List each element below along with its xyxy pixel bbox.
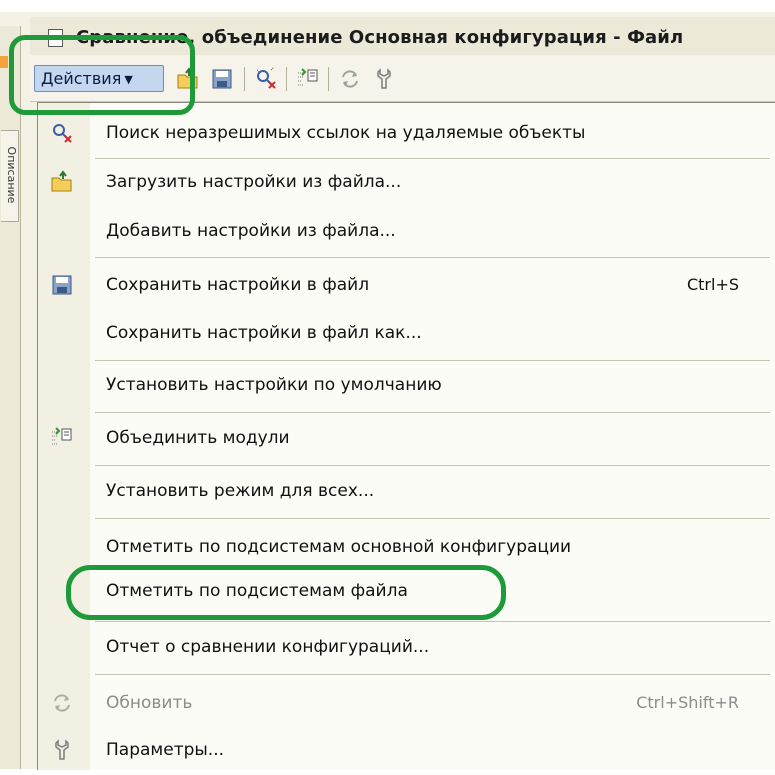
menu-item-save-settings[interactable]: Сохранить настройки в файл Ctrl+S bbox=[38, 263, 775, 310]
menu-item-label: Загрузить настройки из файла... bbox=[106, 172, 402, 192]
merge-modules-icon[interactable] bbox=[296, 67, 320, 91]
menu-item-comparison-report[interactable]: Отчет о сравнении конфигураций... bbox=[38, 625, 775, 672]
refresh-icon[interactable] bbox=[338, 67, 362, 91]
menu-item-set-default-settings[interactable]: Установить настройки по умолчанию bbox=[38, 363, 775, 410]
merge-modules-icon bbox=[52, 427, 72, 445]
menu-separator bbox=[95, 518, 770, 519]
menu-separator bbox=[95, 621, 770, 622]
menu-separator bbox=[95, 257, 770, 258]
menu-item-label: Установить настройки по умолчанию bbox=[106, 375, 442, 395]
menu-item-shortcut: Ctrl+S bbox=[686, 275, 739, 294]
parameters-wrench-icon[interactable] bbox=[372, 67, 396, 91]
menu-separator bbox=[95, 674, 770, 675]
menu-item-save-settings-as[interactable]: Сохранить настройки в файл как... bbox=[38, 311, 775, 358]
save-icon[interactable] bbox=[210, 67, 234, 91]
find-unresolved-links-icon bbox=[53, 124, 72, 143]
menu-item-label: Отчет о сравнении конфигураций... bbox=[106, 637, 430, 657]
panel-corner-marker bbox=[0, 56, 8, 68]
menu-item-find-unresolved-links[interactable]: Поиск неразрешимых ссылок на удаляемые о… bbox=[38, 111, 775, 158]
menu-item-label: Установить режим для всех... bbox=[106, 481, 375, 501]
parameters-wrench-icon bbox=[55, 739, 69, 760]
menu-item-label: Объединить модули bbox=[106, 428, 290, 448]
toolbar-separator bbox=[286, 67, 287, 91]
menu-item-label: Параметры... bbox=[106, 740, 225, 760]
menu-item-parameters[interactable]: Параметры... bbox=[38, 728, 775, 775]
menu-item-refresh: Обновить Ctrl+Shift+R bbox=[38, 681, 775, 728]
find-unresolved-links-icon[interactable] bbox=[254, 67, 278, 91]
refresh-icon bbox=[54, 694, 70, 712]
highlight-ring-actions-button bbox=[9, 35, 195, 115]
side-tab-label: Описание bbox=[5, 146, 18, 204]
menu-item-label: Обновить bbox=[106, 693, 193, 713]
menu-item-label: Добавить настройки из файла... bbox=[106, 221, 396, 241]
menu-item-load-settings[interactable]: Загрузить настройки из файла... bbox=[38, 160, 775, 207]
toolbar-separator bbox=[244, 67, 245, 91]
menu-item-label: Сохранить настройки в файл bbox=[106, 275, 370, 295]
save-icon bbox=[52, 275, 72, 295]
menu-item-add-settings[interactable]: Добавить настройки из файла... bbox=[38, 209, 775, 256]
menu-separator bbox=[95, 360, 770, 361]
menu-item-merge-modules[interactable]: Объединить модули bbox=[38, 416, 775, 463]
side-tab-description[interactable]: Описание bbox=[1, 130, 19, 222]
actions-dropdown-menu: Поиск неразрешимых ссылок на удаляемые о… bbox=[37, 102, 775, 770]
desktop-top-strip bbox=[0, 0, 775, 12]
menu-separator bbox=[95, 465, 770, 466]
menu-item-label: Поиск неразрешимых ссылок на удаляемые о… bbox=[106, 123, 586, 143]
menu-item-label: Сохранить настройки в файл как... bbox=[106, 323, 422, 343]
load-settings-icon bbox=[51, 170, 72, 192]
highlight-ring-mark-by-file-subsystems bbox=[66, 565, 506, 620]
menu-separator bbox=[95, 412, 770, 413]
menu-item-shortcut: Ctrl+Shift+R bbox=[636, 693, 739, 712]
side-panel: Описание bbox=[0, 26, 21, 769]
menu-separator bbox=[95, 158, 770, 159]
toolbar-separator bbox=[328, 67, 329, 91]
menu-item-label: Отметить по подсистемам основной конфигу… bbox=[106, 537, 572, 557]
menu-item-set-mode-for-all[interactable]: Установить режим для всех... bbox=[38, 469, 775, 516]
